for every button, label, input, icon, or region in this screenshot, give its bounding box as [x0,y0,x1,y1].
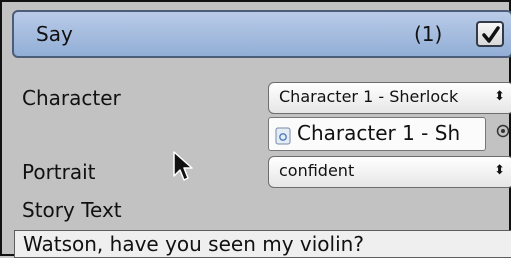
story-text-field[interactable]: Watson, have you seen my violin? [14,230,511,258]
portrait-dropdown[interactable]: confident ⬍ [268,156,511,188]
object-picker-icon[interactable] [496,124,510,138]
say-command-header[interactable]: Say (1) [12,10,511,58]
portrait-label: Portrait [22,160,96,184]
character-label: Character [22,86,121,110]
character-object-field[interactable]: Character 1 - Sh [268,117,486,151]
character-dropdown-value: Character 1 - Sherlock [279,87,459,106]
updown-arrows-icon: ⬍ [494,89,505,104]
checkmark-icon [482,26,500,43]
command-index: (1) [414,22,443,46]
portrait-dropdown-value: confident [279,161,355,180]
inspector-panel: Say (1) Character Character 1 - Sherlock… [0,0,511,258]
story-text-label: Story Text [22,198,122,222]
character-object-value: Character 1 - Sh [297,121,461,145]
enabled-checkbox[interactable] [476,21,504,47]
updown-arrows-icon: ⬍ [494,163,505,178]
character-dropdown[interactable]: Character 1 - Sherlock ⬍ [268,82,511,114]
prefab-object-icon [275,127,291,145]
mouse-pointer-icon [173,151,193,181]
command-title: Say [36,22,73,46]
